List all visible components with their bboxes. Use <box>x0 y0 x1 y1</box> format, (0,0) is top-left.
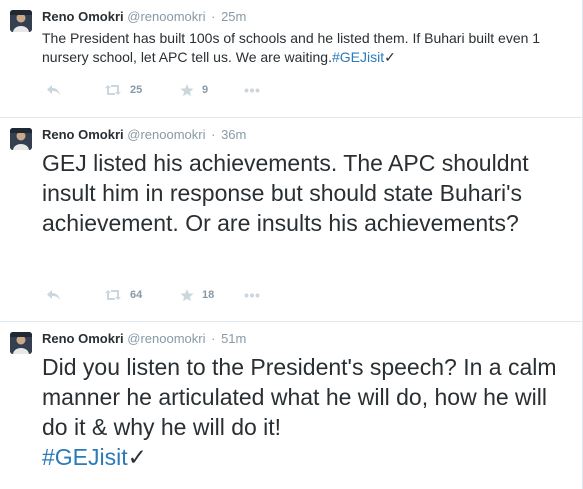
retweet-icon <box>104 84 122 96</box>
timestamp[interactable]: 25m <box>221 9 246 24</box>
more-icon <box>244 293 260 298</box>
retweet-icon <box>104 289 122 301</box>
reply-button[interactable] <box>46 84 104 96</box>
tweet-text: Did you listen to the President's speech… <box>42 352 570 472</box>
tweet-body: The President has built 100s of schools … <box>42 30 541 65</box>
avatar[interactable] <box>10 10 32 32</box>
more-button[interactable] <box>244 88 260 93</box>
separator: · <box>211 127 216 142</box>
tweet-text: GEJ listed his achievements. The APC sho… <box>42 148 570 238</box>
check-mark: ✓ <box>384 49 396 65</box>
tweet-text: The President has built 100s of schools … <box>42 29 570 67</box>
hashtag-link[interactable]: #GEJisit <box>42 444 128 470</box>
tweet-timeline: Reno Omokri @renoomokri · 25m The Presid… <box>0 0 583 489</box>
tweet-header: Reno Omokri @renoomokri · 36m <box>42 127 246 143</box>
reply-icon <box>46 84 61 96</box>
retweet-count: 64 <box>130 289 143 301</box>
tweet[interactable]: Reno Omokri @renoomokri · 51m Did you li… <box>0 322 583 489</box>
hashtag-link[interactable]: #GEJisit <box>332 49 384 65</box>
tweet-actions: 64 18 <box>46 286 260 304</box>
author-name[interactable]: Reno Omokri <box>42 9 124 24</box>
timestamp[interactable]: 36m <box>221 127 246 142</box>
author-handle[interactable]: @renoomokri <box>127 127 205 142</box>
tweet-body: Did you listen to the President's speech… <box>42 354 557 440</box>
author-name[interactable]: Reno Omokri <box>42 127 124 142</box>
tweet[interactable]: Reno Omokri @renoomokri · 25m The Presid… <box>0 0 583 118</box>
author-name[interactable]: Reno Omokri <box>42 331 124 346</box>
author-handle[interactable]: @renoomokri <box>127 331 205 346</box>
favorite-count: 9 <box>202 84 209 96</box>
tweet-header: Reno Omokri @renoomokri · 25m <box>42 9 246 25</box>
tweet-body: GEJ listed his achievements. The APC sho… <box>42 150 529 236</box>
tweet-actions: 25 9 <box>46 81 260 99</box>
reply-button[interactable] <box>46 289 104 301</box>
retweet-button[interactable]: 64 <box>104 289 180 301</box>
separator: · <box>211 331 216 346</box>
more-icon <box>244 88 260 93</box>
check-mark: ✓ <box>127 444 147 470</box>
avatar[interactable] <box>10 332 32 354</box>
tweet[interactable]: Reno Omokri @renoomokri · 36m GEJ listed… <box>0 118 583 322</box>
retweet-button[interactable]: 25 <box>104 84 180 96</box>
timestamp[interactable]: 51m <box>221 331 246 346</box>
favorite-icon <box>180 83 194 97</box>
tweet-header: Reno Omokri @renoomokri · 51m <box>42 331 246 347</box>
author-handle[interactable]: @renoomokri <box>127 9 205 24</box>
more-button[interactable] <box>244 293 260 298</box>
reply-icon <box>46 289 61 301</box>
favorite-count: 18 <box>202 289 215 301</box>
retweet-count: 25 <box>130 84 143 96</box>
favorite-button[interactable]: 9 <box>180 83 244 97</box>
avatar[interactable] <box>10 128 32 150</box>
favorite-icon <box>180 288 194 302</box>
separator: · <box>211 9 216 24</box>
favorite-button[interactable]: 18 <box>180 288 244 302</box>
